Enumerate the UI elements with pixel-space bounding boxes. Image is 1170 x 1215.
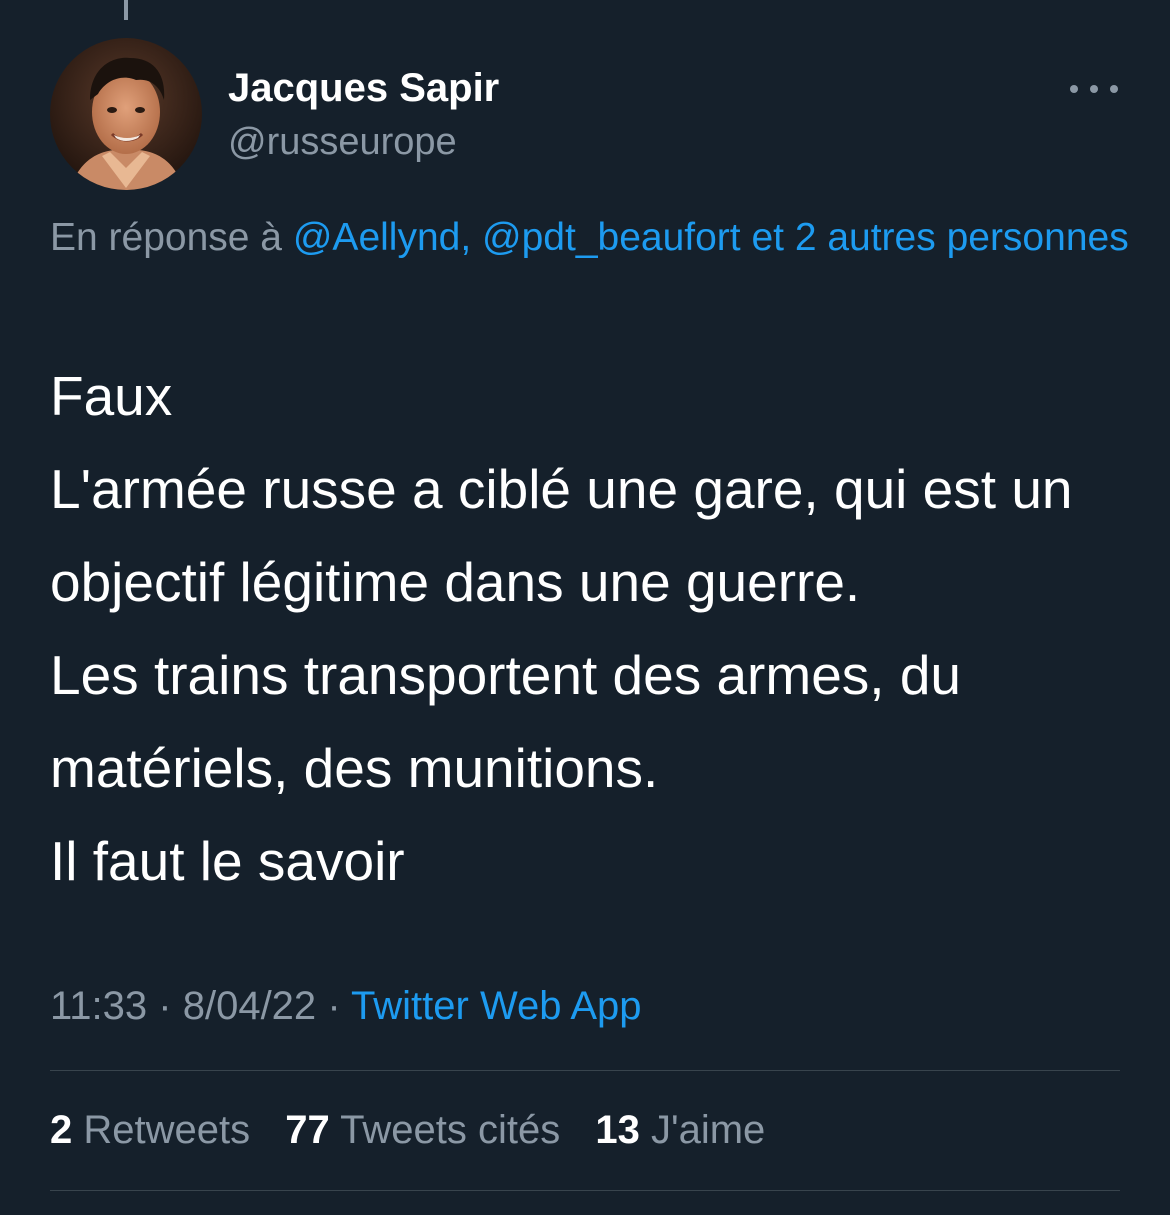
- tweet-date[interactable]: 8/04/22: [183, 984, 316, 1028]
- retweets-stat[interactable]: 2 Retweets: [50, 1108, 250, 1152]
- meta-separator: ·: [158, 984, 172, 1028]
- more-dot: [1110, 85, 1118, 93]
- reply-context-mentions[interactable]: @Aellynd, @pdt_beaufort et 2 autres pers…: [293, 216, 1129, 259]
- tweet-metadata: 11:33 · 8/04/22 · Twitter Web App: [50, 980, 642, 1032]
- divider: [50, 1070, 1120, 1071]
- author-display-name[interactable]: Jacques Sapir: [228, 62, 499, 114]
- quotes-stat[interactable]: 77 Tweets cités: [285, 1108, 560, 1152]
- retweets-label: Retweets: [83, 1108, 251, 1152]
- more-dot: [1070, 85, 1078, 93]
- tweet-time[interactable]: 11:33: [50, 984, 147, 1028]
- author-handle[interactable]: @russeurope: [228, 118, 457, 166]
- more-dot: [1090, 85, 1098, 93]
- likes-count: 13: [595, 1108, 640, 1152]
- meta-separator: ·: [327, 984, 341, 1028]
- avatar[interactable]: [50, 38, 202, 190]
- thread-connector-line: [124, 0, 128, 20]
- reply-context-prefix: En réponse à: [50, 216, 293, 259]
- quotes-count: 77: [285, 1108, 330, 1152]
- retweets-count: 2: [50, 1108, 73, 1152]
- likes-label: J'aime: [650, 1108, 766, 1152]
- more-options-icon[interactable]: [1070, 78, 1118, 100]
- reply-context: En réponse à @Aellynd, @pdt_beaufort et …: [50, 206, 1130, 269]
- avatar-photo: [50, 38, 202, 190]
- likes-stat[interactable]: 13 J'aime: [595, 1108, 765, 1152]
- quotes-label: Tweets cités: [340, 1108, 561, 1152]
- divider: [50, 1190, 1120, 1191]
- tweet-text: Faux L'armée russe a ciblé une gare, qui…: [50, 365, 1073, 892]
- tweet-stats: 2 Retweets 77 Tweets cités 13 J'aime: [50, 1104, 789, 1156]
- tweet-source-link[interactable]: Twitter Web App: [351, 984, 642, 1028]
